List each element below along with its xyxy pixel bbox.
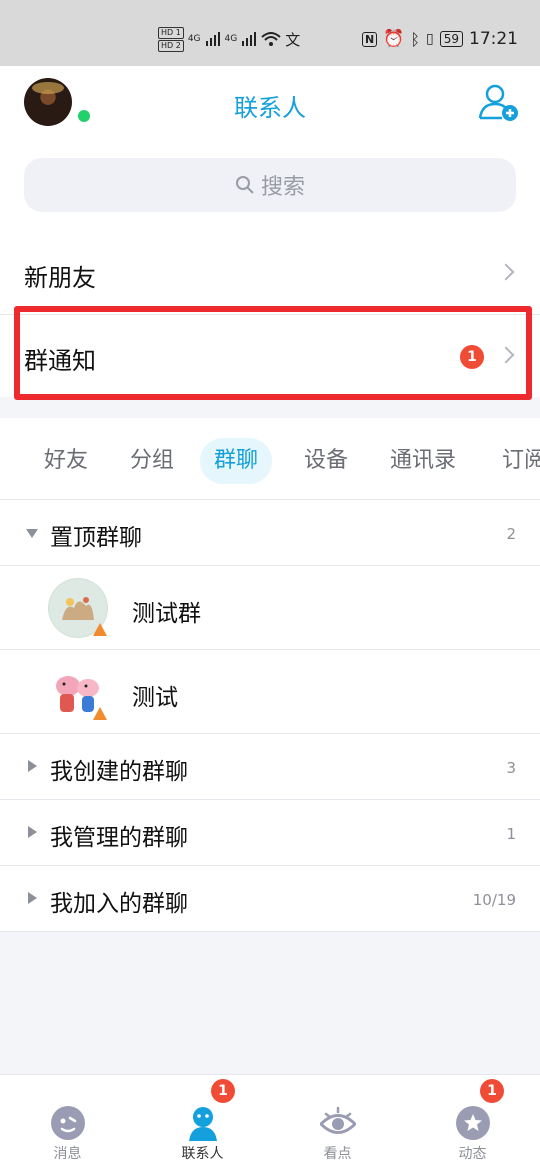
group-chat-name: 测试群: [132, 601, 201, 627]
tab-friends[interactable]: 好友: [30, 438, 102, 484]
nav-contacts-badge: 1: [211, 1079, 235, 1103]
tab-groups-category[interactable]: 分组: [116, 438, 188, 484]
bluetooth-icon: ᛒ: [410, 29, 420, 49]
tab-subscriptions[interactable]: 订阅: [488, 438, 540, 484]
chat-face-icon: [50, 1106, 85, 1140]
pinned-groups-header[interactable]: 置顶群聊 2: [0, 500, 540, 565]
expanded-triangle-icon: [26, 529, 38, 538]
managed-groups-header[interactable]: 我管理的群聊 1: [0, 800, 540, 865]
nav-messages[interactable]: 消息: [0, 1075, 135, 1171]
contact-tabs: 好友 分组 群聊 设备 通讯录 订阅: [0, 418, 540, 500]
signal-4g-2: 4G: [224, 34, 238, 44]
joined-groups-count: 10/19: [472, 891, 516, 909]
wifi-icon: [261, 32, 281, 46]
divider: [0, 931, 540, 932]
vibrate-icon: ▯: [426, 31, 434, 47]
header: 联系人: [0, 66, 540, 142]
text-input-icon: 文: [285, 30, 301, 49]
nav-discover[interactable]: 看点: [270, 1075, 405, 1171]
signal-bars-icon: [205, 32, 220, 46]
tab-devices[interactable]: 设备: [290, 438, 362, 484]
managed-groups-label: 我管理的群聊: [50, 825, 188, 851]
add-friend-icon[interactable]: [478, 82, 520, 122]
battery-icon: 59: [439, 31, 463, 47]
highlight-frame: [14, 306, 532, 400]
nav-messages-label: 消息: [53, 1146, 82, 1162]
new-friends-label: 新朋友: [24, 264, 96, 292]
search-input[interactable]: 搜索: [24, 158, 516, 212]
nav-discover-label: 看点: [323, 1146, 352, 1162]
collapsed-triangle-icon: [28, 760, 37, 772]
page-title: 联系人: [234, 94, 306, 122]
nav-feed-badge: 1: [480, 1079, 504, 1103]
tab-group-chats[interactable]: 群聊: [200, 438, 273, 484]
created-groups-header[interactable]: 我创建的群聊 3: [0, 734, 540, 799]
chevron-right-icon: [497, 263, 515, 281]
search-area: 搜索: [0, 142, 540, 232]
created-groups-count: 3: [506, 759, 516, 777]
pinned-groups-label: 置顶群聊: [50, 525, 142, 551]
alarm-icon: ⏰: [383, 29, 405, 49]
status-right: N ⏰ ᛒ ▯ 59 17:21: [362, 24, 518, 54]
signal-4g-1: 4G: [187, 34, 201, 44]
star-icon: [455, 1106, 490, 1140]
search-placeholder: 搜索: [260, 175, 305, 200]
status-left: HD 1 HD 2 4G 4G 文: [158, 24, 300, 54]
bottom-nav: 消息 1 联系人 看点 1 动态: [0, 1074, 540, 1171]
collapsed-triangle-icon: [28, 826, 37, 838]
eye-icon: [319, 1106, 356, 1134]
group-chat-item[interactable]: 测试群: [0, 566, 540, 649]
group-member-badge-icon: [93, 707, 107, 720]
hd2-badge: HD 2: [158, 39, 184, 52]
search-icon: [235, 176, 254, 194]
group-member-badge-icon: [93, 623, 107, 636]
nav-feed[interactable]: 1 动态: [405, 1075, 540, 1171]
created-groups-label: 我创建的群聊: [50, 759, 188, 785]
hd1-badge: HD 1: [158, 26, 184, 39]
group-chat-name: 测试: [132, 685, 178, 711]
pinned-groups-count: 2: [506, 525, 516, 543]
tab-address-book[interactable]: 通讯录: [376, 438, 470, 484]
collapsed-triangle-icon: [28, 892, 37, 904]
joined-groups-label: 我加入的群聊: [50, 891, 188, 917]
nav-feed-label: 动态: [458, 1146, 487, 1162]
group-chat-item[interactable]: 测试: [0, 650, 540, 733]
status-time: 17:21: [469, 29, 518, 49]
status-bar: HD 1 HD 2 4G 4G 文 N ⏰ ᛒ ▯ 59 17:21: [0, 0, 540, 66]
nav-contacts-label: 联系人: [181, 1146, 224, 1162]
nav-contacts[interactable]: 1 联系人: [135, 1075, 270, 1171]
nfc-icon: N: [362, 31, 378, 47]
managed-groups-count: 1: [506, 825, 516, 843]
new-friends-row[interactable]: 新朋友: [0, 232, 540, 314]
person-icon: [188, 1107, 217, 1141]
signal-bars-icon: [242, 32, 257, 46]
joined-groups-header[interactable]: 我加入的群聊 10/19: [0, 866, 540, 931]
